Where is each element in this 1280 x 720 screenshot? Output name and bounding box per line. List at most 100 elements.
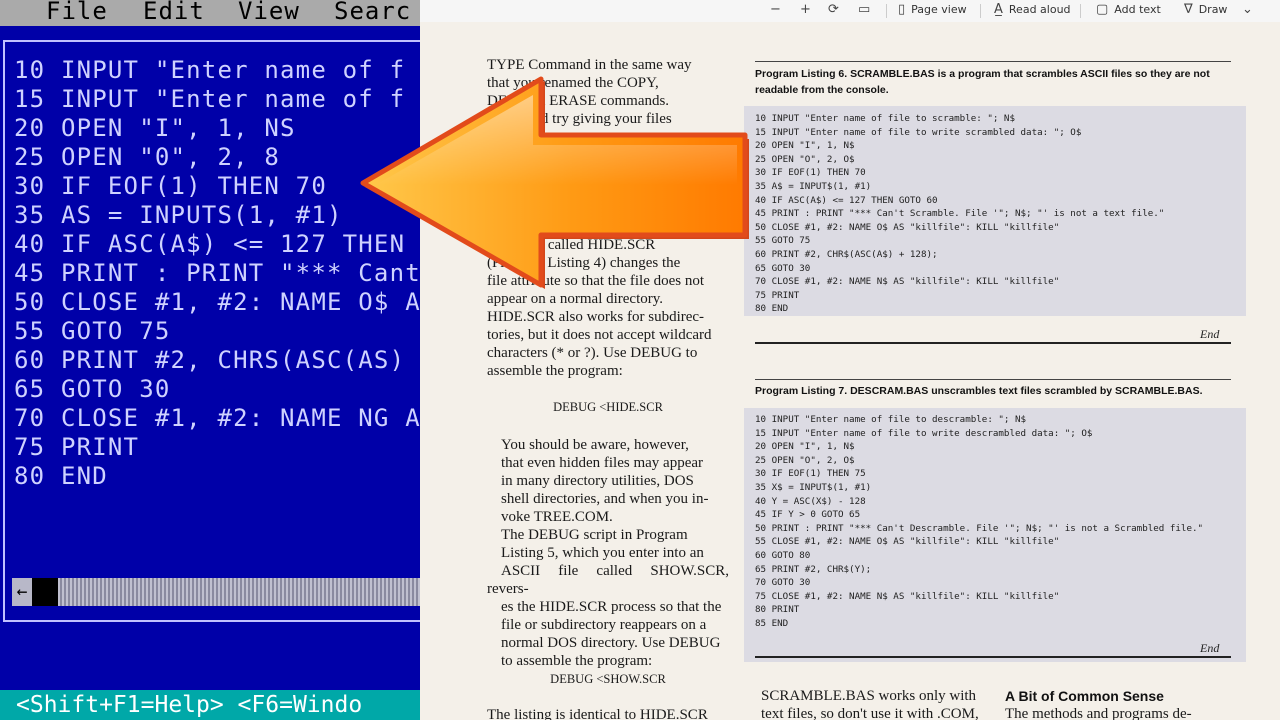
- read-aloud-label: Read aloud: [1008, 3, 1071, 16]
- listing-line: 20 OPEN "I", 1, N$: [755, 140, 855, 152]
- toolbar-separator: [886, 4, 887, 18]
- menu-file[interactable]: File: [46, 0, 108, 25]
- listing6-code: 10 INPUT "Enter name of file to scramble…: [755, 112, 1164, 316]
- code-line: 50 CLOSE #1, #2: NAME O$ A: [14, 288, 420, 316]
- scroll-left-icon[interactable]: ←: [12, 578, 32, 606]
- add-text-label: Add text: [1114, 3, 1161, 16]
- draw-button[interactable]: ∇ Draw: [1184, 0, 1227, 22]
- rotate-icon: ⟳: [828, 2, 839, 17]
- listing-line: 70 GOTO 30: [755, 577, 811, 589]
- immediate-window-divider: [3, 620, 420, 622]
- section-text: The methods and programs de-: [1005, 706, 1192, 720]
- text-line: ASCII file called SHOW.SCR, revers-: [487, 563, 729, 597]
- text-line: The DEBUG script in Program: [501, 527, 688, 543]
- text-line: You should be aware, however,: [501, 437, 689, 453]
- listing-line: 40 IF ASC(A$) <= 127 THEN GOTO 60: [755, 194, 938, 206]
- listing-line: 35 X$ = INPUT$(1, #1): [755, 481, 872, 493]
- read-aloud-icon: A̲: [994, 2, 1003, 17]
- dos-status-bar: <Shift+F1=Help> <F6=Windo: [0, 690, 420, 720]
- code-line: 65 GOTO 30: [14, 375, 171, 403]
- code-line: 55 GOTO 75: [14, 317, 171, 345]
- chevron-down-icon: ⌄: [1242, 2, 1253, 17]
- text-line: voke TREE.COM.: [501, 509, 613, 525]
- debug-show-command: DEBUG <SHOW.SCR: [550, 672, 666, 686]
- listing-line: 10 INPUT "Enter name of file to scramble…: [755, 113, 1015, 124]
- listing-line: 15 INPUT "Enter name of file to write de…: [755, 427, 1093, 439]
- text-line: TYPE Command in the same way: [487, 57, 692, 73]
- code-line: 80 END: [14, 462, 108, 490]
- plus-icon: +: [800, 2, 811, 17]
- arrow-left-icon: [360, 76, 749, 289]
- bottom-paragraph: SCRAMBLE.BAS works only with text files,…: [761, 687, 991, 720]
- article-text-debug: The DEBUG script in Program Listing 5, wh…: [487, 526, 729, 670]
- zoom-in-button[interactable]: +: [800, 0, 817, 22]
- listing-line: 25 OPEN "O", 2, O$: [755, 153, 855, 165]
- text-line: shell directories, and when you in-: [501, 491, 709, 507]
- text-line: that even hidden files may appear: [501, 455, 704, 471]
- editor-frame-top: [3, 40, 420, 42]
- listing-line: 65 PRINT #2, CHR$(Y);: [755, 563, 872, 575]
- listing-line: 25 OPEN "O", 2, O$: [755, 454, 855, 466]
- listing7-end: End: [1200, 641, 1220, 655]
- listing-line: 45 IF Y > 0 GOTO 65: [755, 509, 861, 521]
- text-line: to assemble the program:: [501, 653, 653, 669]
- zoom-out-button[interactable]: −: [770, 0, 787, 22]
- listing-line: 55 GOTO 75: [755, 235, 811, 247]
- draw-options-button[interactable]: ⌄: [1242, 0, 1259, 22]
- debug-hide-command: DEBUG <HIDE.SCR: [553, 400, 663, 414]
- add-text-icon: ▢: [1096, 2, 1109, 17]
- text-line: file or subdirectory reappears on a: [501, 617, 707, 633]
- article-text-bottom: The listing is identical to HIDE.SCR: [487, 707, 708, 720]
- minus-icon: −: [770, 2, 781, 17]
- page-view-button[interactable]: ▯ Page view: [898, 0, 967, 22]
- listing7-code: 10 INPUT "Enter name of file to descramb…: [755, 413, 1203, 631]
- add-text-button[interactable]: ▢ Add text: [1096, 0, 1161, 22]
- listing7-rule: [755, 379, 1231, 380]
- page-view-icon: ▯: [898, 2, 906, 17]
- draw-label: Draw: [1198, 3, 1228, 16]
- listing6-end: End: [1200, 327, 1220, 341]
- text-line: characters (* or ?). Use DEBUG to: [487, 345, 698, 361]
- listing6-title: Program Listing 6. SCRAMBLE.BAS is a pro…: [755, 68, 1210, 96]
- listing-line: 80 END: [755, 303, 789, 315]
- draw-icon: ∇: [1184, 2, 1193, 17]
- listing-line: 80 PRINT: [755, 604, 800, 616]
- listing-line: 60 PRINT #2, CHR$(ASC(A$) + 128);: [755, 248, 938, 260]
- text-line: assemble the program:: [487, 363, 623, 379]
- toolbar-separator: [980, 4, 981, 18]
- pdf-viewer-toolbar: − + ⟳ ▭ ▯ Page view A̲ Read aloud ▢ Add tex…: [420, 0, 1280, 23]
- section-heading: A Bit of Common Sense: [1005, 688, 1164, 704]
- listing-line: 50 CLOSE #1, #2: NAME O$ AS "killfile": …: [755, 221, 1060, 233]
- read-aloud-button[interactable]: A̲ Read aloud: [994, 0, 1071, 22]
- fit-page-button[interactable]: ▭: [858, 0, 876, 22]
- listing-line: 30 IF EOF(1) THEN 75: [755, 468, 866, 480]
- listing-line: 20 OPEN "I", 1, N$: [755, 441, 855, 453]
- menu-edit[interactable]: Edit: [143, 0, 205, 25]
- code-line: 75 PRINT: [14, 433, 140, 461]
- menu-search[interactable]: Searc: [334, 0, 411, 25]
- editor-frame-left: [3, 40, 5, 620]
- listing-line: 60 GOTO 80: [755, 549, 811, 561]
- listing-line: 55 CLOSE #1, #2: NAME O$ AS "killfile": …: [755, 536, 1060, 548]
- listing-line: 10 INPUT "Enter name of file to descramb…: [755, 414, 1027, 425]
- horizontal-scrollbar[interactable]: ←: [12, 578, 420, 606]
- article-text-aware: You should be aware, however, that even h…: [487, 436, 729, 526]
- listing-line: 50 PRINT : PRINT "*** Can't Descramble. …: [755, 522, 1204, 534]
- scroll-thumb[interactable]: [32, 578, 58, 606]
- code-line: 70 CLOSE #1, #2: NAME NG A: [14, 404, 420, 432]
- listing-line: 35 A$ = INPUT$(1, #1): [755, 180, 872, 192]
- text-line: in many directory utilities, DOS: [501, 473, 694, 489]
- text-line: normal DOS directory. Use DEBUG: [501, 635, 721, 651]
- listing-line: 75 PRINT: [755, 289, 800, 301]
- page-view-label: Page view: [911, 3, 967, 16]
- listing-line: 65 GOTO 30: [755, 262, 811, 274]
- bottom-line: SCRAMBLE.BAS works only with: [761, 688, 977, 704]
- menu-view[interactable]: View: [238, 0, 300, 25]
- listing-line: 85 END: [755, 617, 789, 629]
- toolbar-separator: [1080, 4, 1081, 18]
- text-line: HIDE.SCR also works for subdirec-: [487, 309, 705, 325]
- text-line: es the HIDE.SCR process so that the: [501, 599, 722, 615]
- fit-icon: ▭: [858, 2, 871, 17]
- text-line: tories, but it does not accept wildcard: [487, 327, 712, 343]
- rotate-button[interactable]: ⟳: [828, 0, 845, 22]
